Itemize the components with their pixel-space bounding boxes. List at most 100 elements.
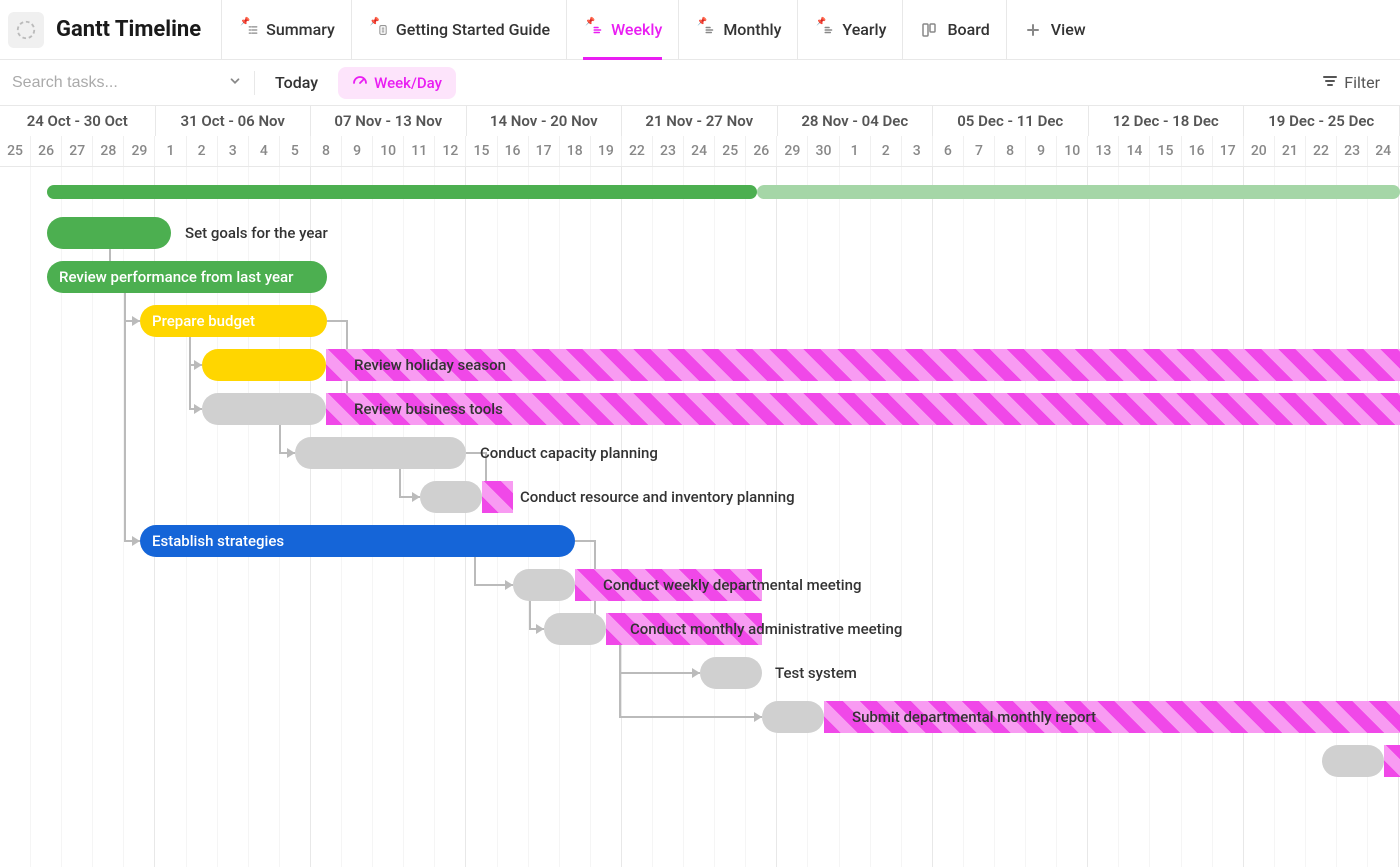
group-progress-bar[interactable] — [47, 185, 757, 199]
day-header-cell: 23 — [1337, 136, 1368, 166]
task-bar-resource-planning-stripe[interactable] — [482, 481, 513, 513]
task-bar-set-goals[interactable] — [47, 217, 171, 249]
task-bar-capacity-planning[interactable] — [295, 437, 466, 469]
task-bar-review-tools-stripe[interactable]: Review business tools — [326, 393, 1400, 425]
gantt-icon: 📌 — [583, 20, 603, 40]
day-header-cell: 20 — [1244, 136, 1275, 166]
search-input[interactable] — [12, 70, 228, 96]
task-bar-unnamed-solid[interactable] — [1322, 745, 1384, 777]
chevron-down-icon[interactable] — [228, 73, 242, 92]
week-header-cell: 14 Nov - 20 Nov — [467, 106, 623, 136]
board-icon — [919, 20, 939, 40]
tab-label: Getting Started Guide — [396, 20, 550, 39]
day-header-cell: 4 — [249, 136, 280, 166]
tab-board[interactable]: Board — [902, 0, 1005, 60]
day-header-cell: 15 — [1150, 136, 1181, 166]
day-header-cell: 1 — [155, 136, 186, 166]
filter-button[interactable]: Filter — [1314, 69, 1388, 97]
tab-monthly[interactable]: 📌 Monthly — [678, 0, 797, 60]
task-bar-weekly-meeting-stripe[interactable]: Conduct weekly departmental meeting — [575, 569, 762, 601]
week-header-cell: 19 Dec - 25 Dec — [1244, 106, 1400, 136]
day-row: 2526272829123458910111215161718192223242… — [0, 136, 1400, 166]
day-header-cell: 22 — [622, 136, 653, 166]
day-header-cell: 30 — [808, 136, 839, 166]
week-header-cell: 12 Dec - 18 Dec — [1089, 106, 1245, 136]
tab-summary[interactable]: 📌 Summary — [221, 0, 351, 60]
day-header-cell: 15 — [466, 136, 497, 166]
task-bar-review-holiday-solid[interactable] — [202, 349, 326, 381]
week-header-cell: 05 Dec - 11 Dec — [933, 106, 1089, 136]
task-bar-establish-strategies[interactable]: Establish strategies — [140, 525, 575, 557]
separator — [254, 71, 255, 95]
tab-yearly[interactable]: 📌 Yearly — [797, 0, 902, 60]
task-label: Set goals for the year — [185, 217, 328, 249]
day-header-cell: 2 — [187, 136, 218, 166]
filter-icon — [1322, 73, 1338, 93]
filter-label: Filter — [1344, 73, 1380, 92]
day-header-cell: 16 — [1182, 136, 1213, 166]
toolbar: Today Week/Day Filter — [0, 60, 1400, 106]
task-label: Conduct resource and inventory planning — [520, 481, 795, 513]
day-header-cell: 14 — [1119, 136, 1150, 166]
page-title: Gantt Timeline — [56, 17, 201, 42]
task-bar-resource-planning-solid[interactable] — [420, 481, 482, 513]
day-header-cell: 16 — [498, 136, 529, 166]
day-header-cell: 8 — [995, 136, 1026, 166]
day-header-cell: 27 — [62, 136, 93, 166]
day-header-cell: 29 — [777, 136, 808, 166]
timeline-header: 24 Oct - 30 Oct31 Oct - 06 Nov07 Nov - 1… — [0, 106, 1400, 167]
day-header-cell: 18 — [560, 136, 591, 166]
tabs: 📌 Summary 📌 Getting Started Guide 📌 Week… — [221, 0, 1102, 60]
task-label: Review performance from last year — [59, 268, 293, 286]
today-button[interactable]: Today — [267, 69, 326, 96]
task-bar-weekly-meeting-solid[interactable] — [513, 569, 575, 601]
week-row: 24 Oct - 30 Oct31 Oct - 06 Nov07 Nov - 1… — [0, 106, 1400, 136]
task-bar-monthly-report-stripe[interactable]: Submit departmental monthly report — [824, 701, 1400, 733]
day-header-cell: 25 — [715, 136, 746, 166]
list-icon: 📌 — [238, 20, 258, 40]
day-header-cell: 17 — [529, 136, 560, 166]
task-label: Test system — [775, 657, 857, 689]
task-bar-test-system[interactable] — [700, 657, 762, 689]
tab-label: Summary — [266, 20, 335, 39]
task-label: Prepare budget — [152, 312, 255, 330]
tab-label: View — [1051, 20, 1086, 39]
task-label: Establish strategies — [152, 532, 284, 550]
gantt-bars: Set goals for the year Review performanc… — [0, 167, 1400, 867]
loading-icon — [8, 12, 44, 48]
granularity-button[interactable]: Week/Day — [338, 67, 456, 99]
day-header-cell: 26 — [31, 136, 62, 166]
granularity-label: Week/Day — [374, 74, 442, 92]
week-header-cell: 21 Nov - 27 Nov — [622, 106, 778, 136]
task-label: Review business tools — [354, 400, 503, 418]
task-bar-prepare-budget[interactable]: Prepare budget — [140, 305, 327, 337]
plus-icon — [1023, 20, 1043, 40]
task-bar-review-tools-solid[interactable] — [202, 393, 326, 425]
task-bar-monthly-report-solid[interactable] — [762, 701, 824, 733]
day-header-cell: 3 — [902, 136, 933, 166]
day-header-cell: 2 — [871, 136, 902, 166]
day-header-cell: 9 — [1026, 136, 1057, 166]
task-bar-monthly-meeting-solid[interactable] — [544, 613, 606, 645]
day-header-cell: 19 — [591, 136, 622, 166]
gantt-icon: 📌 — [814, 20, 834, 40]
tab-add-view[interactable]: View — [1006, 0, 1102, 60]
day-header-cell: 26 — [746, 136, 777, 166]
task-label: Conduct monthly administrative meeting — [630, 613, 902, 645]
search-wrap — [12, 70, 242, 96]
day-header-cell: 12 — [435, 136, 466, 166]
day-header-cell: 10 — [1057, 136, 1088, 166]
day-header-cell: 1 — [840, 136, 871, 166]
task-bar-review-performance[interactable]: Review performance from last year — [47, 261, 327, 293]
day-header-cell: 17 — [1213, 136, 1244, 166]
tab-guide[interactable]: 📌 Getting Started Guide — [351, 0, 566, 60]
day-header-cell: 7 — [964, 136, 995, 166]
tab-weekly[interactable]: 📌 Weekly — [566, 0, 678, 60]
day-header-cell: 23 — [653, 136, 684, 166]
day-header-cell: 28 — [93, 136, 124, 166]
task-bar-unnamed-stripe[interactable] — [1384, 745, 1400, 777]
doc-icon: 📌 — [368, 20, 388, 40]
task-bar-review-holiday-stripe[interactable]: Review holiday season — [326, 349, 1400, 381]
gantt-body[interactable]: Set goals for the year Review performanc… — [0, 167, 1400, 867]
group-remaining-bar[interactable] — [757, 185, 1400, 199]
